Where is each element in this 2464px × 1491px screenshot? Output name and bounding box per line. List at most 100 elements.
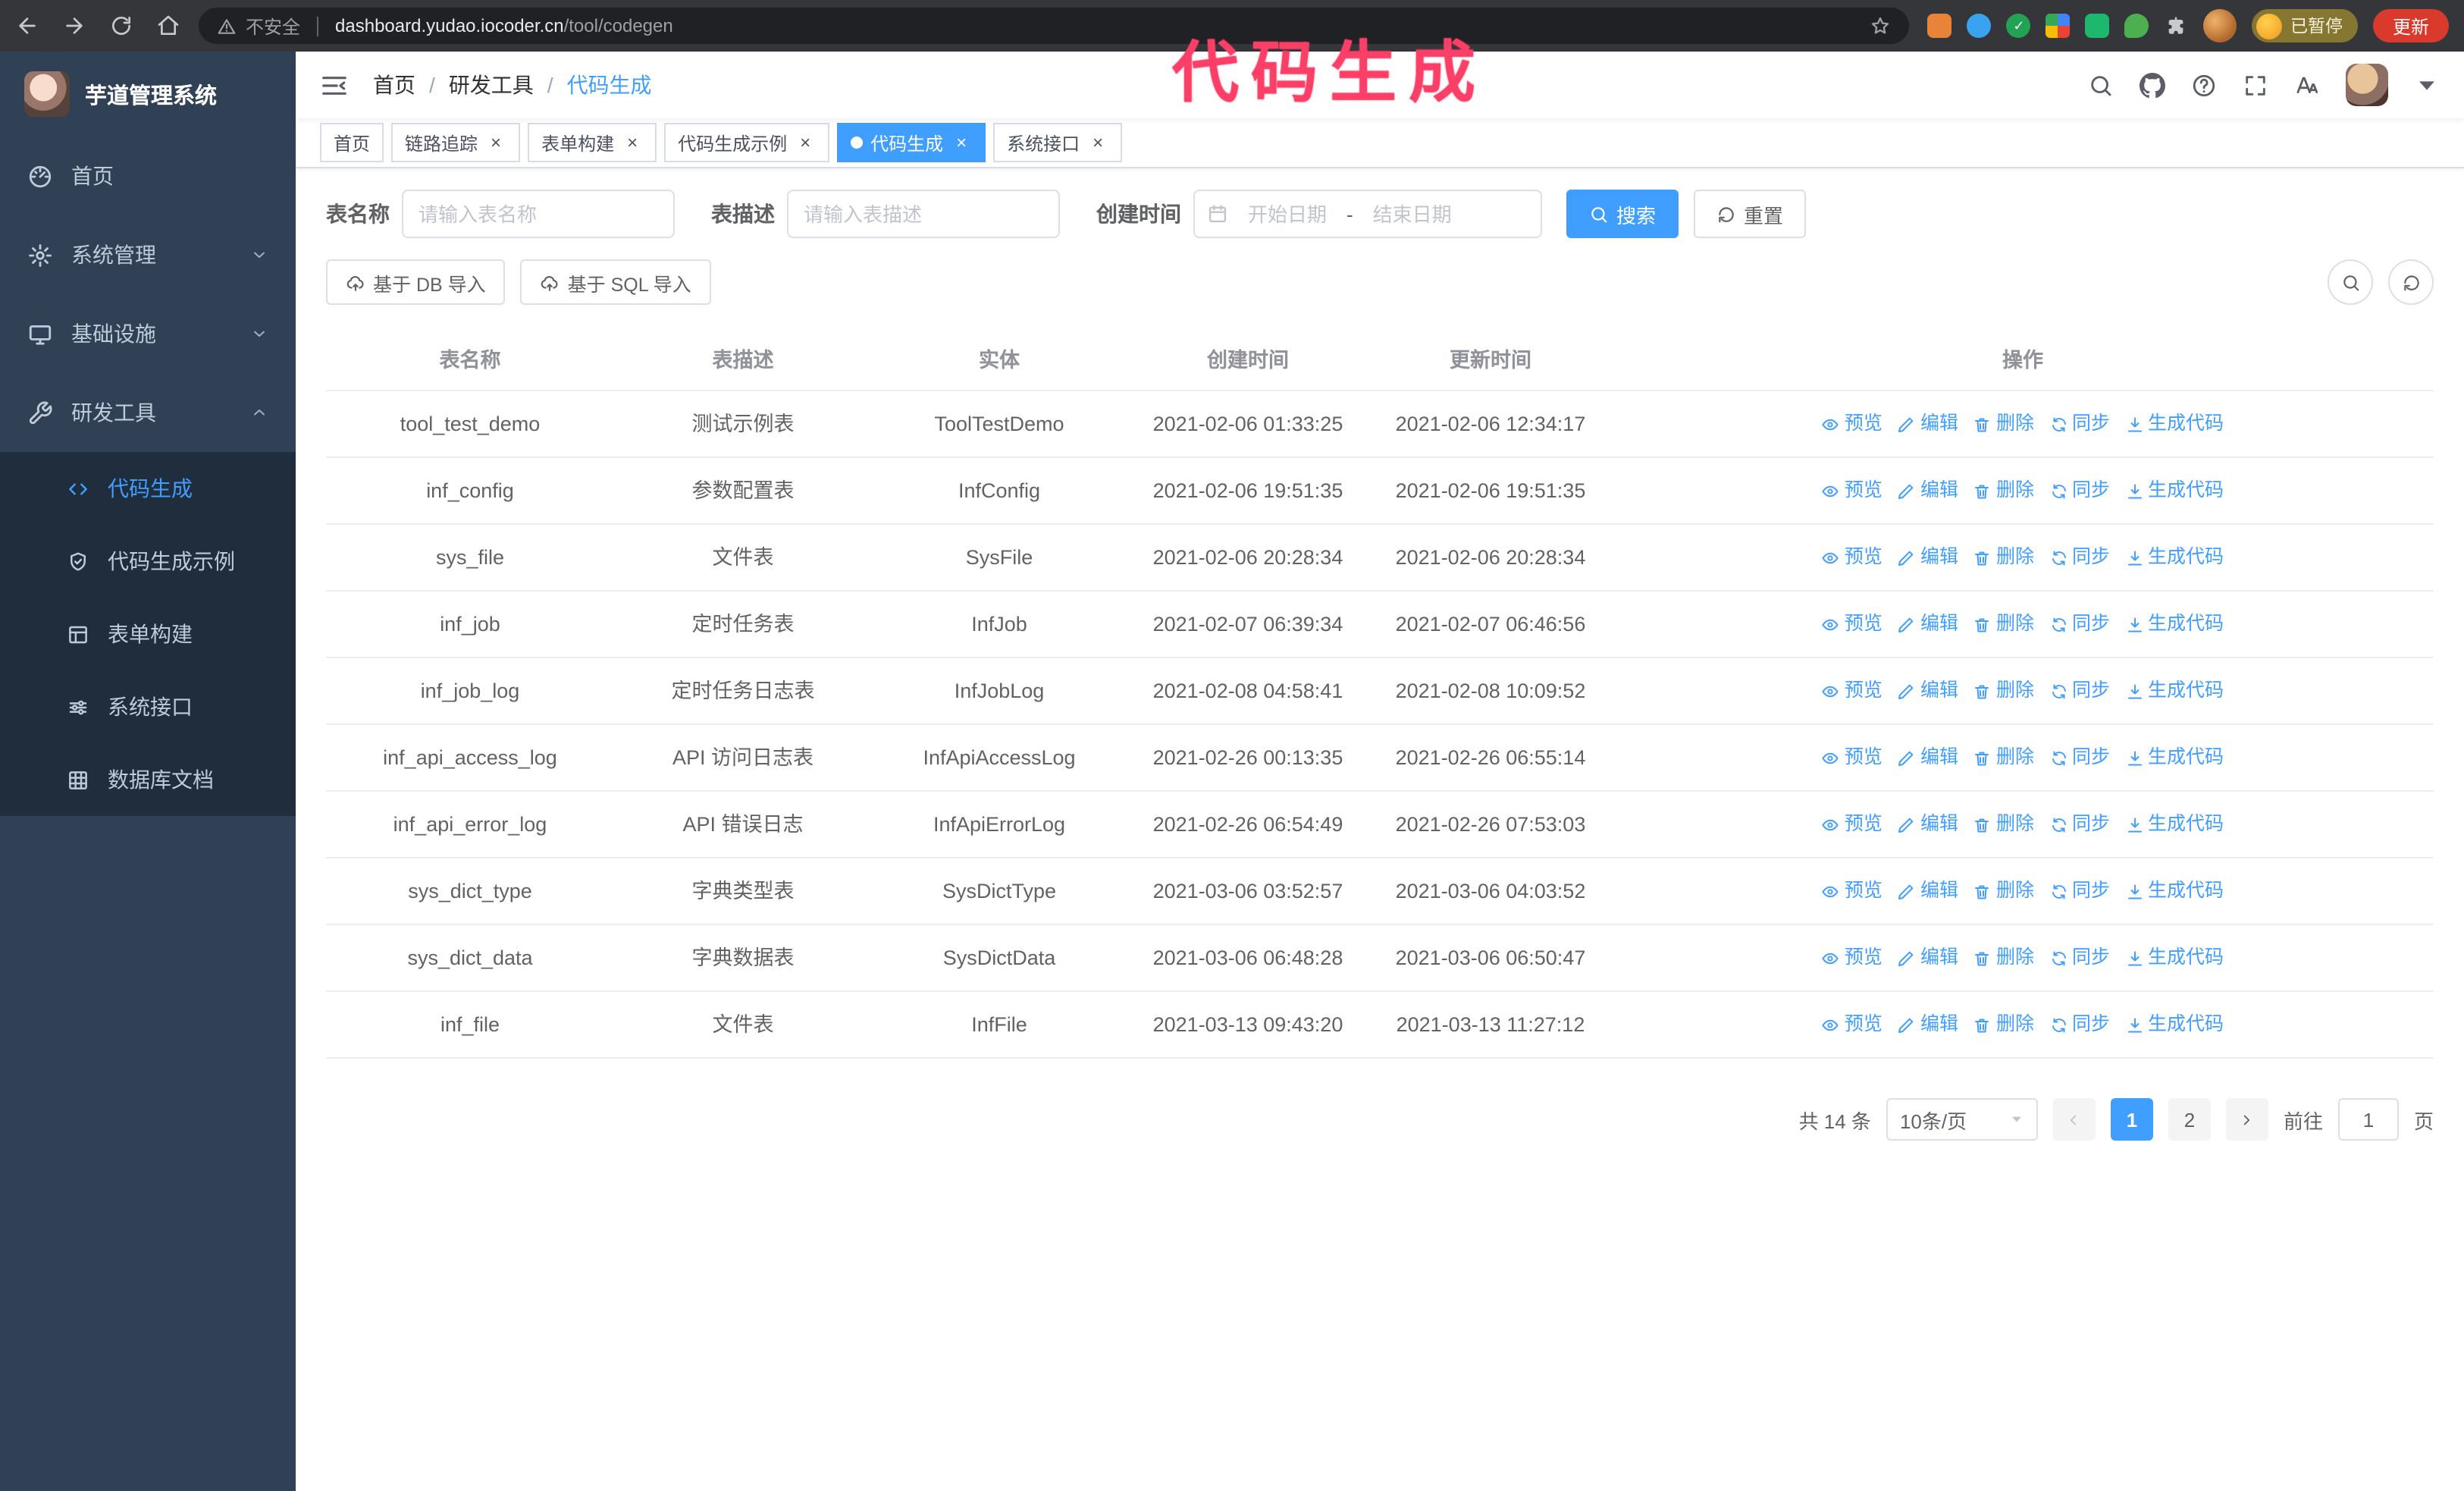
warning-icon[interactable] <box>217 16 237 36</box>
next-page-button[interactable] <box>2225 1098 2268 1141</box>
page-size-select[interactable]: 10条/页 <box>1886 1098 2038 1141</box>
blue-drop-extension-icon[interactable] <box>1967 14 1992 38</box>
import-db-button[interactable]: 基于 DB 导入 <box>326 259 506 305</box>
delete-action[interactable]: 删除 <box>1973 743 2034 772</box>
sync-action[interactable]: 同步 <box>2049 877 2110 906</box>
end-date-input[interactable] <box>1356 202 1469 225</box>
search-icon[interactable] <box>2088 72 2114 98</box>
delete-action[interactable]: 删除 <box>1973 610 2034 639</box>
delete-action[interactable]: 删除 <box>1973 810 2034 839</box>
refresh-table-button[interactable] <box>2388 259 2434 305</box>
preview-action[interactable]: 预览 <box>1822 810 1882 839</box>
address-bar[interactable]: 不安全 dashboard.yudao.iocoder.cn/tool/code… <box>199 8 1910 44</box>
generate-code-action[interactable]: 生成代码 <box>2125 410 2224 438</box>
sidebar-item-db-doc[interactable]: 数据库文档 <box>0 743 296 816</box>
generate-code-action[interactable]: 生成代码 <box>2125 743 2224 772</box>
edit-action[interactable]: 编辑 <box>1898 877 1958 906</box>
generate-code-action[interactable]: 生成代码 <box>2125 943 2224 972</box>
tab-system-api[interactable]: 系统接口 <box>993 123 1123 162</box>
leaf-extension-icon[interactable] <box>2124 14 2149 38</box>
delete-action[interactable]: 删除 <box>1973 676 2034 705</box>
green-check-extension-icon[interactable] <box>2006 14 2031 38</box>
sidebar-item-form-builder[interactable]: 表单构建 <box>0 598 296 670</box>
sync-action[interactable]: 同步 <box>2049 743 2110 772</box>
edit-action[interactable]: 编辑 <box>1898 610 1958 639</box>
close-icon[interactable] <box>795 132 816 153</box>
app-logo[interactable]: 芋道管理系统 <box>0 52 296 137</box>
tab-codegen[interactable]: 代码生成 <box>837 123 986 162</box>
breadcrumb-home[interactable]: 首页 <box>373 70 415 100</box>
sync-action[interactable]: 同步 <box>2049 1010 2110 1039</box>
bookmark-star-icon[interactable] <box>1870 15 1892 36</box>
reset-button[interactable]: 重置 <box>1694 190 1807 238</box>
sidebar-item-codegen[interactable]: 代码生成 <box>0 452 296 525</box>
github-icon[interactable] <box>2140 72 2165 98</box>
page-button-1[interactable]: 1 <box>2110 1098 2153 1141</box>
close-icon[interactable] <box>951 132 972 153</box>
edit-action[interactable]: 编辑 <box>1898 743 1958 772</box>
preview-action[interactable]: 预览 <box>1822 877 1882 906</box>
preview-action[interactable]: 预览 <box>1822 676 1882 705</box>
green-card-extension-icon[interactable] <box>2085 14 2110 38</box>
table-name-input[interactable] <box>402 190 675 238</box>
delete-action[interactable]: 删除 <box>1973 476 2034 505</box>
edit-action[interactable]: 编辑 <box>1898 676 1958 705</box>
avatar-caret-icon[interactable] <box>2414 72 2440 98</box>
generate-code-action[interactable]: 生成代码 <box>2125 543 2224 572</box>
font-size-icon[interactable] <box>2294 72 2320 98</box>
close-icon[interactable] <box>622 132 643 153</box>
sync-action[interactable]: 同步 <box>2049 676 2110 705</box>
tab-codegen-example[interactable]: 代码生成示例 <box>664 123 830 162</box>
sidebar-item-system[interactable]: 系统管理 <box>0 215 296 294</box>
delete-action[interactable]: 删除 <box>1973 877 2034 906</box>
import-sql-button[interactable]: 基于 SQL 导入 <box>520 259 711 305</box>
close-icon[interactable] <box>1087 132 1108 153</box>
close-icon[interactable] <box>485 132 506 153</box>
browser-profile-avatar[interactable] <box>2203 9 2237 42</box>
date-range-picker[interactable]: - <box>1193 190 1542 238</box>
toggle-search-button[interactable] <box>2328 259 2373 305</box>
edit-action[interactable]: 编辑 <box>1898 1010 1958 1039</box>
preview-action[interactable]: 预览 <box>1822 410 1882 438</box>
puzzle-icon[interactable] <box>2165 14 2189 38</box>
tab-form-builder[interactable]: 表单构建 <box>528 123 657 162</box>
search-button[interactable]: 搜索 <box>1566 190 1679 238</box>
generate-code-action[interactable]: 生成代码 <box>2125 877 2224 906</box>
people-extension-icon[interactable] <box>2045 14 2071 38</box>
fullscreen-icon[interactable] <box>2243 72 2268 98</box>
tab-home[interactable]: 首页 <box>320 123 384 162</box>
preview-action[interactable]: 预览 <box>1822 610 1882 639</box>
sidebar-item-codegen-example[interactable]: 代码生成示例 <box>0 525 296 598</box>
chrome-update-button[interactable]: 更新 <box>2372 9 2449 42</box>
edit-action[interactable]: 编辑 <box>1898 810 1958 839</box>
delete-action[interactable]: 删除 <box>1973 943 2034 972</box>
start-date-input[interactable] <box>1231 202 1343 225</box>
back-icon[interactable] <box>15 14 39 38</box>
goto-page-input[interactable] <box>2337 1098 2399 1141</box>
preview-action[interactable]: 预览 <box>1822 943 1882 972</box>
sidebar-item-infra[interactable]: 基础设施 <box>0 294 296 373</box>
generate-code-action[interactable]: 生成代码 <box>2125 476 2224 505</box>
sidebar-item-devtools[interactable]: 研发工具 <box>0 373 296 452</box>
sync-action[interactable]: 同步 <box>2049 943 2110 972</box>
generate-code-action[interactable]: 生成代码 <box>2125 676 2224 705</box>
generate-code-action[interactable]: 生成代码 <box>2125 1010 2224 1039</box>
prev-page-button[interactable] <box>2052 1098 2096 1141</box>
user-avatar[interactable] <box>2346 64 2388 106</box>
sidebar-item-home[interactable]: 首页 <box>0 137 296 215</box>
forward-icon[interactable] <box>62 14 86 38</box>
help-icon[interactable] <box>2191 72 2217 98</box>
sync-action[interactable]: 同步 <box>2049 610 2110 639</box>
tab-tracing[interactable]: 链路追踪 <box>391 123 521 162</box>
delete-action[interactable]: 删除 <box>1973 410 2034 438</box>
preview-action[interactable]: 预览 <box>1822 1010 1882 1039</box>
sync-action[interactable]: 同步 <box>2049 410 2110 438</box>
sync-action[interactable]: 同步 <box>2049 476 2110 505</box>
delete-action[interactable]: 删除 <box>1973 543 2034 572</box>
generate-code-action[interactable]: 生成代码 <box>2125 810 2224 839</box>
edit-action[interactable]: 编辑 <box>1898 943 1958 972</box>
sidebar-item-system-api[interactable]: 系统接口 <box>0 670 296 743</box>
preview-action[interactable]: 预览 <box>1822 476 1882 505</box>
browser-home-icon[interactable] <box>156 14 180 38</box>
sync-action[interactable]: 同步 <box>2049 810 2110 839</box>
